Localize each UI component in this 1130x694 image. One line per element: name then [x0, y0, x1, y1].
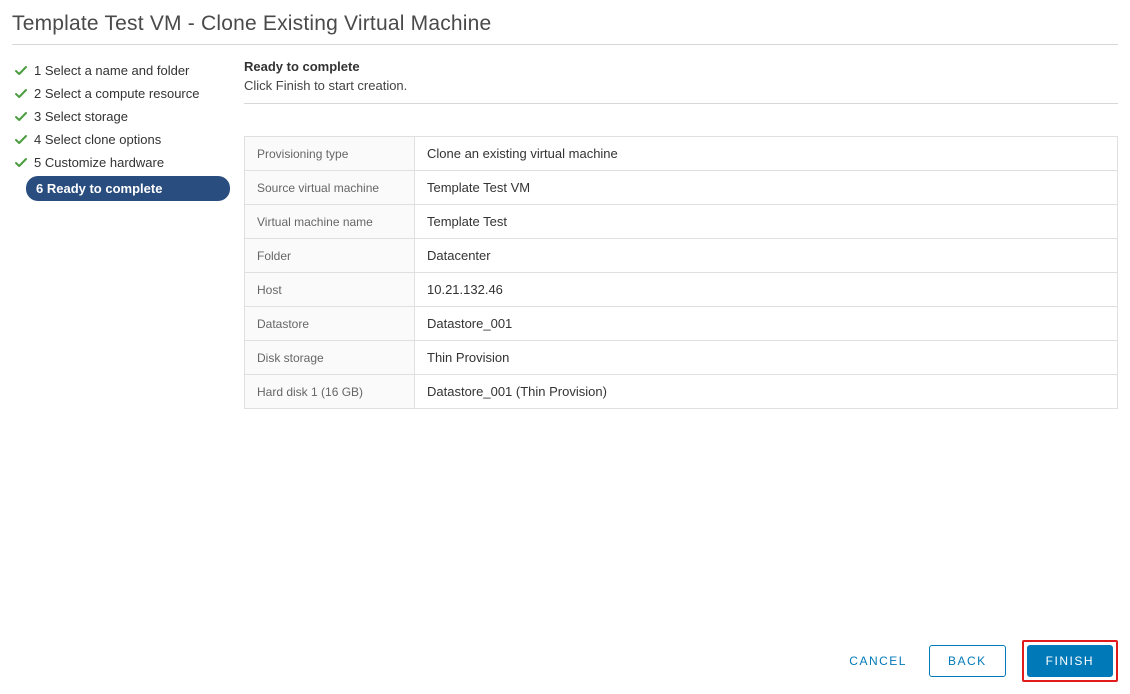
dialog-title: Template Test VM - Clone Existing Virtua…	[12, 12, 1118, 45]
summary-key: Hard disk 1 (16 GB)	[245, 375, 415, 409]
check-icon	[14, 156, 28, 170]
summary-value: Template Test VM	[415, 171, 1118, 205]
table-row: Disk storage Thin Provision	[245, 341, 1118, 375]
table-row: Folder Datacenter	[245, 239, 1118, 273]
summary-key: Source virtual machine	[245, 171, 415, 205]
summary-table: Provisioning type Clone an existing virt…	[244, 136, 1118, 409]
step-label: 5 Customize hardware	[34, 155, 164, 170]
summary-value: Datacenter	[415, 239, 1118, 273]
summary-value: Datastore_001 (Thin Provision)	[415, 375, 1118, 409]
table-row: Provisioning type Clone an existing virt…	[245, 137, 1118, 171]
table-row: Datastore Datastore_001	[245, 307, 1118, 341]
summary-value: Template Test	[415, 205, 1118, 239]
wizard-steps-sidebar: 1 Select a name and folder 2 Select a co…	[12, 59, 230, 409]
back-button[interactable]: BACK	[929, 645, 1006, 677]
section-title: Ready to complete	[244, 59, 1118, 74]
check-icon	[14, 110, 28, 124]
summary-key: Host	[245, 273, 415, 307]
check-icon	[14, 87, 28, 101]
summary-value: Thin Provision	[415, 341, 1118, 375]
cancel-button[interactable]: CANCEL	[843, 646, 913, 676]
finish-button[interactable]: FINISH	[1027, 645, 1113, 677]
check-icon	[14, 133, 28, 147]
step-label: 6 Ready to complete	[36, 181, 162, 196]
summary-value: Datastore_001	[415, 307, 1118, 341]
finish-highlight: FINISH	[1022, 640, 1118, 682]
step-6-ready-to-complete[interactable]: 6 Ready to complete	[26, 176, 230, 201]
dialog-footer: CANCEL BACK FINISH	[843, 640, 1118, 682]
summary-key: Virtual machine name	[245, 205, 415, 239]
step-1-select-name-folder[interactable]: 1 Select a name and folder	[12, 59, 230, 82]
step-label: 2 Select a compute resource	[34, 86, 199, 101]
summary-key: Folder	[245, 239, 415, 273]
summary-value: Clone an existing virtual machine	[415, 137, 1118, 171]
step-label: 1 Select a name and folder	[34, 63, 189, 78]
summary-key: Disk storage	[245, 341, 415, 375]
section-subtitle: Click Finish to start creation.	[244, 78, 1118, 103]
summary-key: Provisioning type	[245, 137, 415, 171]
step-4-select-clone-options[interactable]: 4 Select clone options	[12, 128, 230, 151]
check-icon	[14, 64, 28, 78]
summary-key: Datastore	[245, 307, 415, 341]
step-5-customize-hardware[interactable]: 5 Customize hardware	[12, 151, 230, 174]
step-label: 4 Select clone options	[34, 132, 161, 147]
table-row: Hard disk 1 (16 GB) Datastore_001 (Thin …	[245, 375, 1118, 409]
step-3-select-storage[interactable]: 3 Select storage	[12, 105, 230, 128]
step-label: 3 Select storage	[34, 109, 128, 124]
summary-value: 10.21.132.46	[415, 273, 1118, 307]
table-row: Host 10.21.132.46	[245, 273, 1118, 307]
wizard-main-panel: Ready to complete Click Finish to start …	[244, 59, 1118, 409]
divider	[244, 103, 1118, 104]
table-row: Source virtual machine Template Test VM	[245, 171, 1118, 205]
step-2-select-compute-resource[interactable]: 2 Select a compute resource	[12, 82, 230, 105]
table-row: Virtual machine name Template Test	[245, 205, 1118, 239]
